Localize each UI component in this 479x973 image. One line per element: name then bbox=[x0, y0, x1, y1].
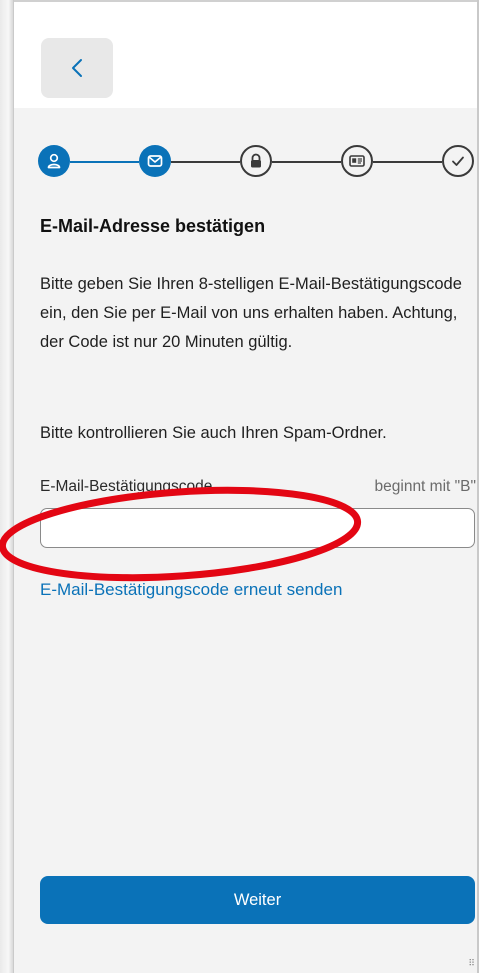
code-field-label: E-Mail-Bestätigungscode bbox=[40, 478, 213, 495]
page-title: E-Mail-Adresse bestätigen bbox=[40, 216, 266, 236]
window-frame-left bbox=[0, 0, 14, 973]
resend-code-link[interactable]: E-Mail-Bestätigungscode erneut senden bbox=[40, 580, 342, 600]
stepper-connector-2 bbox=[171, 161, 240, 163]
stepper-connector-1 bbox=[70, 161, 139, 163]
step-personal-data bbox=[38, 145, 70, 177]
lock-icon bbox=[251, 153, 261, 168]
code-field-hint: beginnt mit "B" bbox=[374, 478, 476, 495]
stepper-connector-3 bbox=[272, 161, 341, 163]
verification-code-input[interactable] bbox=[40, 508, 475, 548]
step-email bbox=[139, 145, 171, 177]
back-button[interactable] bbox=[41, 38, 113, 98]
step-identity bbox=[341, 145, 373, 177]
id-card-icon bbox=[349, 155, 365, 167]
step-password bbox=[240, 145, 272, 177]
user-icon bbox=[47, 153, 61, 169]
continue-button[interactable]: Weiter bbox=[40, 876, 475, 924]
chevron-left-icon bbox=[72, 59, 82, 77]
stepper-connector-4 bbox=[373, 161, 442, 163]
app-header bbox=[14, 2, 477, 108]
instructions-text: Bitte geben Sie Ihren 8-stelligen E-Mail… bbox=[40, 275, 462, 351]
envelope-icon bbox=[147, 155, 163, 167]
progress-stepper bbox=[38, 145, 474, 179]
spam-note: Bitte kontrollieren Sie auch Ihren Spam-… bbox=[40, 424, 387, 442]
step-complete bbox=[442, 145, 474, 177]
check-icon bbox=[452, 156, 464, 166]
corner-glyph-icon: ⠿ bbox=[468, 958, 475, 968]
